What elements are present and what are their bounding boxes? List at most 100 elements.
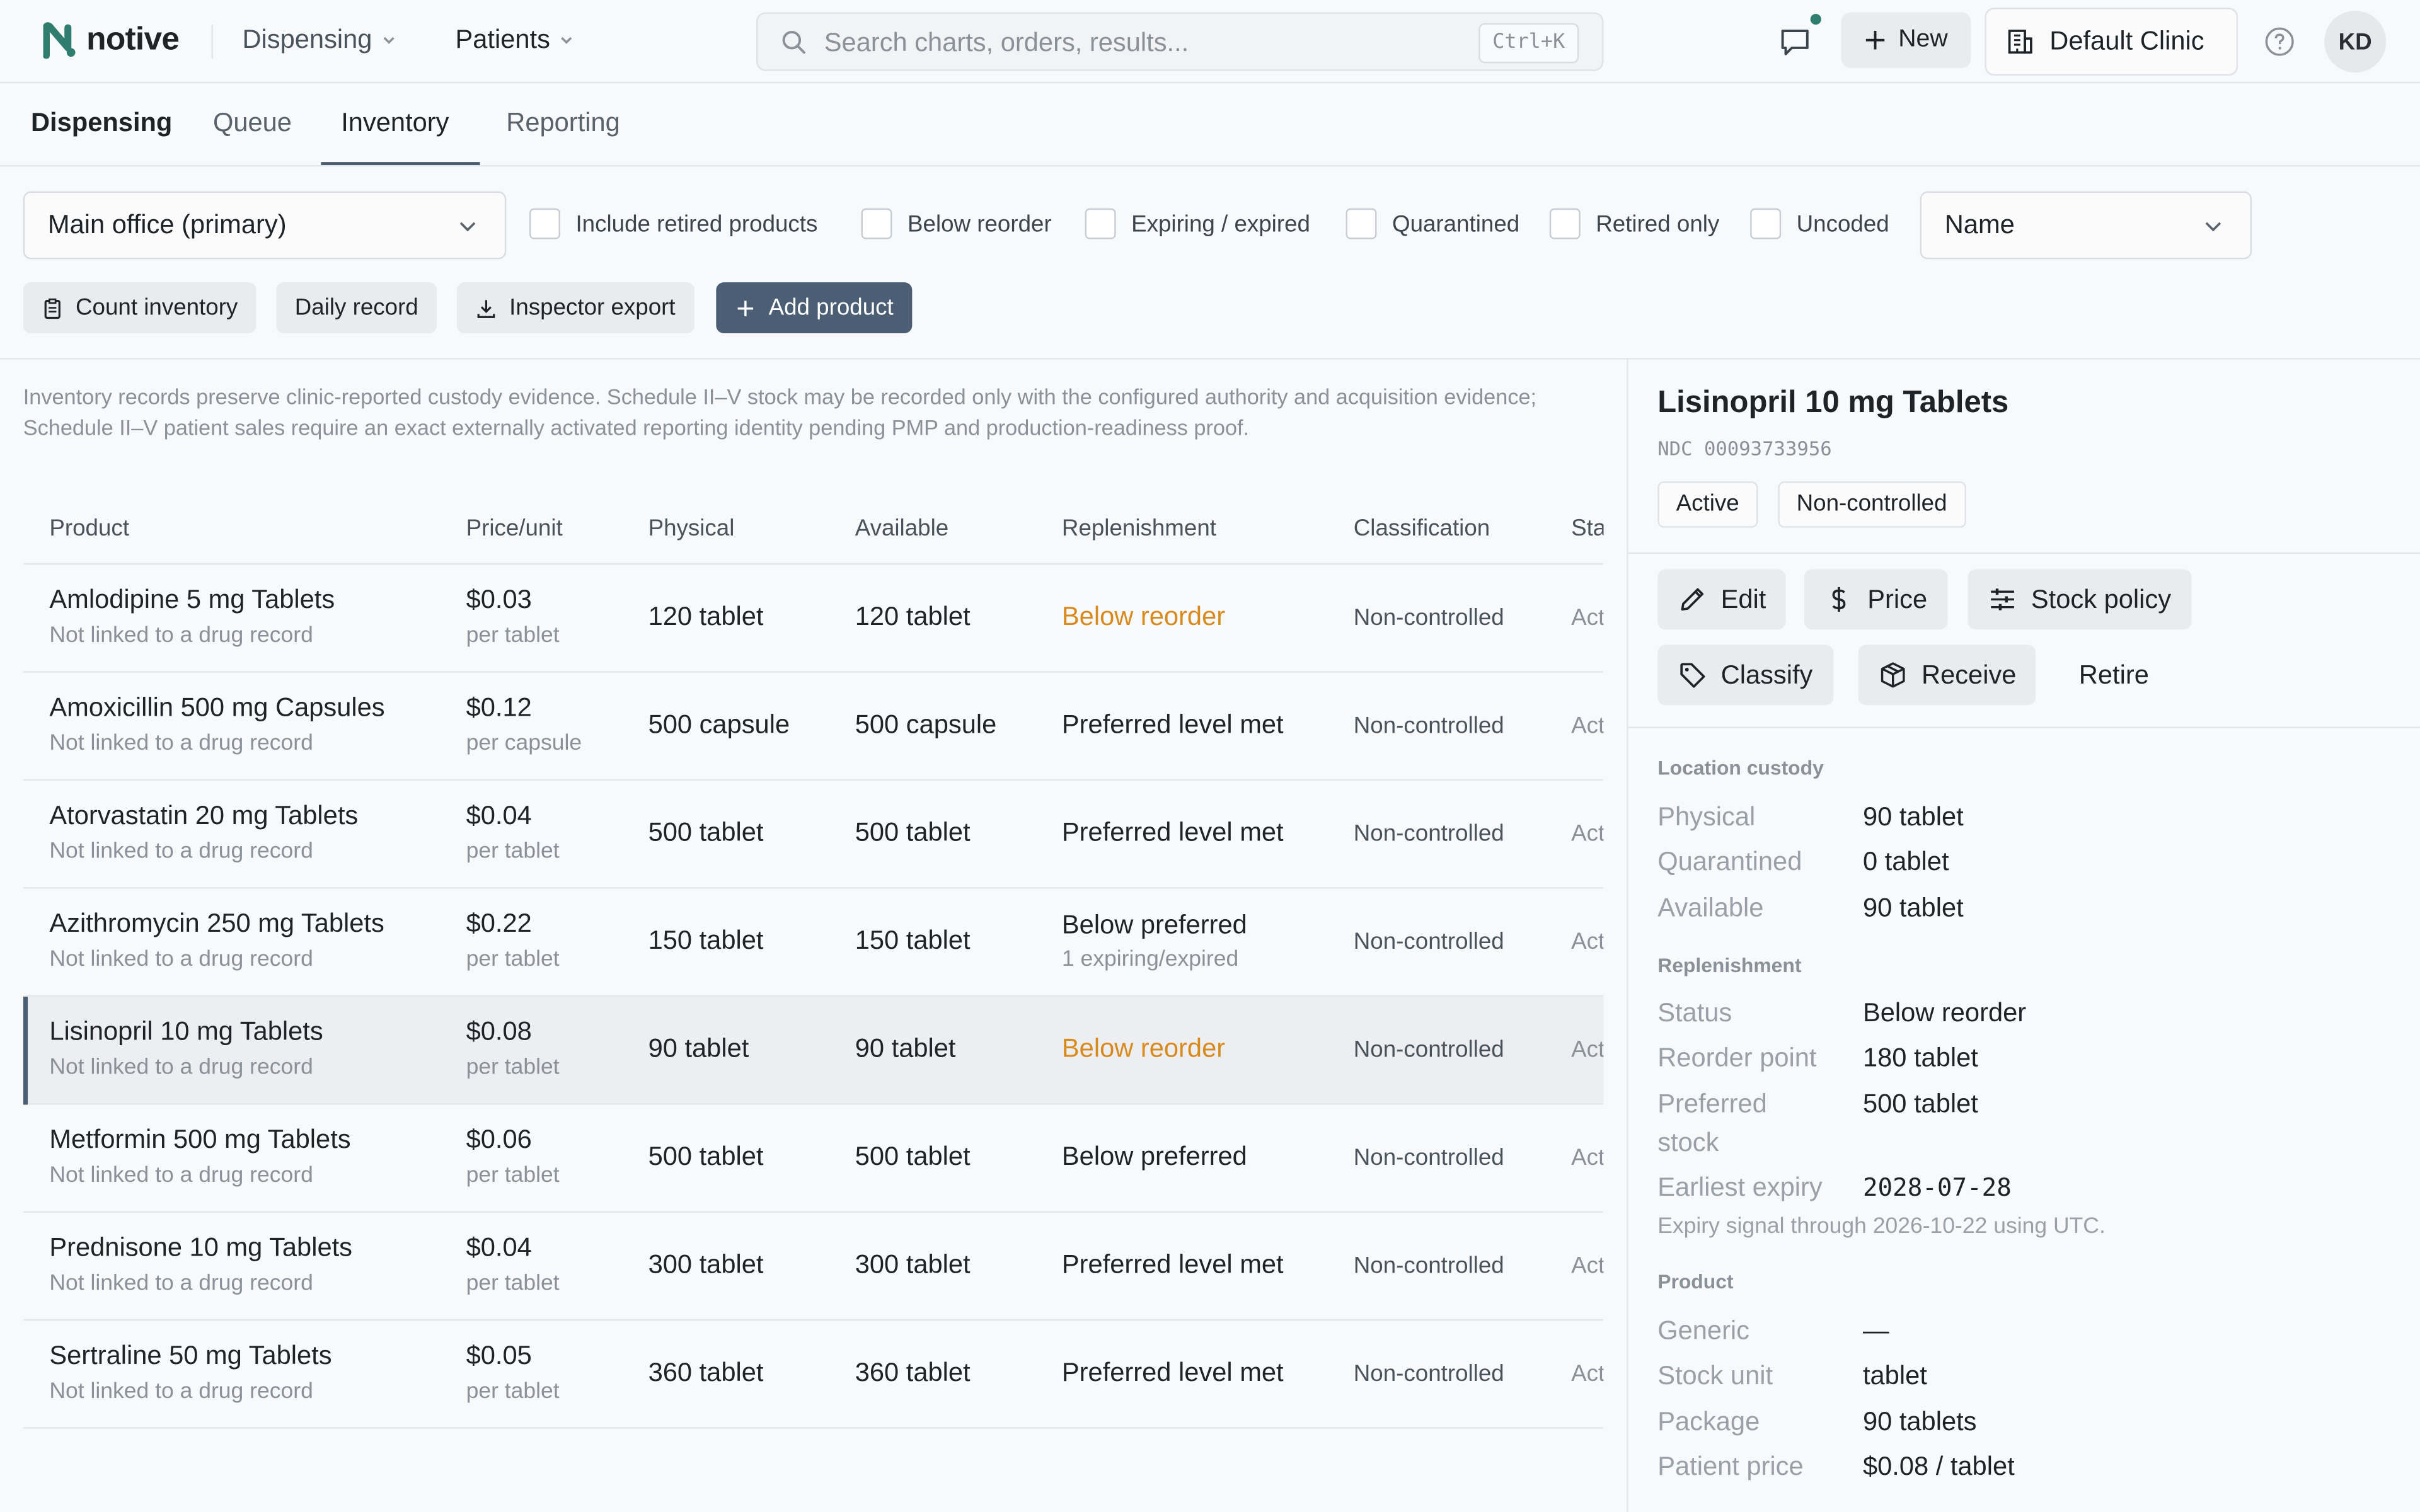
kv-key: Stock unit <box>1657 1361 1773 1390</box>
panel-divider <box>1627 358 1628 1512</box>
checkbox-box[interactable] <box>861 208 892 239</box>
tab-inventory[interactable]: Inventory <box>341 108 449 139</box>
logo[interactable]: notive <box>43 21 180 59</box>
tab-reporting[interactable]: Reporting <box>506 108 620 139</box>
checkbox-box[interactable] <box>1549 208 1581 239</box>
column-header-physical[interactable]: Physical <box>648 515 735 542</box>
price-value: $0.04 <box>466 1232 532 1263</box>
sliders-icon <box>1991 588 2014 610</box>
status-value: Act <box>1571 1361 1604 1387</box>
classify-button[interactable]: Classify <box>1657 644 1833 706</box>
table-row[interactable]: Azithromycin 250 mg Tablets Not linked to… <box>23 889 1604 997</box>
table-row[interactable]: Sertraline 50 mg Tablets Not linked to a … <box>23 1320 1604 1429</box>
physical-qty: 360 tablet <box>648 1358 764 1387</box>
table-row[interactable]: Lisinopril 10 mg Tablets Not linked to a … <box>23 997 1604 1105</box>
edit-button[interactable]: Edit <box>1657 569 1787 630</box>
classification-value: Non-controlled <box>1353 820 1504 847</box>
classification-value: Non-controlled <box>1353 929 1504 955</box>
product-link-status: Not linked to a drug record <box>49 1055 313 1080</box>
help-icon[interactable] <box>2264 26 2295 57</box>
product-link-status: Not linked to a drug record <box>49 947 313 972</box>
column-header-replenishment[interactable]: Replenishment <box>1062 515 1216 542</box>
brand-name: notive <box>86 21 180 57</box>
checkbox-label: Uncoded <box>1796 210 1889 237</box>
replenishment-status: Below reorder <box>1061 1033 1226 1063</box>
chevron-down-icon <box>2205 222 2221 232</box>
kv-value: Below reorder <box>1862 998 2027 1028</box>
divider <box>211 25 213 59</box>
inspector-export-button[interactable]: Inspector export <box>456 282 694 333</box>
quarantined-checkbox[interactable]: Quarantined <box>1345 208 1520 239</box>
price-button[interactable]: Price <box>1804 569 1947 630</box>
active-tab-indicator <box>321 162 480 166</box>
daily-record-label: Daily record <box>294 294 418 321</box>
checkbox-box[interactable] <box>1345 208 1377 239</box>
uncoded-checkbox[interactable]: Uncoded <box>1750 208 1889 239</box>
include-retired-checkbox[interactable]: Include retired products <box>529 208 817 239</box>
chevron-down-icon <box>459 222 476 232</box>
product-name: Sertraline 50 mg Tablets <box>49 1341 332 1370</box>
column-header-price[interactable]: Price/unit <box>466 515 563 542</box>
table-row[interactable]: Amlodipine 5 mg Tablets Not linked to a d… <box>23 564 1604 673</box>
checkbox-label: Below reorder <box>908 210 1052 237</box>
status-value: Act <box>1571 1036 1604 1063</box>
column-header-available[interactable]: Available <box>855 515 948 542</box>
kv-value: 90 tablets <box>1862 1407 1977 1437</box>
logo-mark-icon <box>43 22 76 59</box>
nav-patients-menu[interactable]: Patients <box>455 25 575 55</box>
checkbox-box[interactable] <box>1085 208 1116 239</box>
retire-button[interactable]: Retire <box>2059 645 2169 706</box>
messages-icon[interactable] <box>1778 25 1812 59</box>
count-inventory-button[interactable]: Count inventory <box>23 282 256 333</box>
replenishment-substatus: 1 expiring/expired <box>1061 947 1239 972</box>
kv-value: 2028-07-28 <box>1862 1172 2012 1202</box>
clinic-label: Default Clinic <box>2049 26 2204 56</box>
status-value: Act <box>1571 1252 1604 1280</box>
price-value: $0.12 <box>466 692 532 723</box>
add-product-label: Add product <box>768 294 894 321</box>
new-button[interactable]: New <box>1841 12 1971 68</box>
expiring-checkbox[interactable]: Expiring / expired <box>1085 208 1310 239</box>
location-select[interactable]: Main office (primary) <box>23 191 507 260</box>
price-value: $0.04 <box>466 801 532 830</box>
table-row[interactable]: Atorvastatin 20 mg Tablets Not linked to … <box>23 781 1604 889</box>
price-unit: per tablet <box>466 839 560 864</box>
nav-dispensing-menu[interactable]: Dispensing <box>242 25 396 55</box>
table-row[interactable]: Amoxicillin 500 mg Capsules Not linked to… <box>23 673 1604 781</box>
clinic-switcher-button[interactable]: Default Clinic <box>1985 8 2238 76</box>
table-row[interactable]: Metformin 500 mg Tablets Not linked to a … <box>23 1104 1604 1213</box>
column-header-product[interactable]: Product <box>49 515 129 542</box>
available-qty: 120 tablet <box>855 602 971 631</box>
add-product-button[interactable]: Add product <box>716 282 913 333</box>
checkbox-box[interactable] <box>529 208 560 239</box>
inventory-table: Product Price/unit Physical Available Re… <box>23 497 1604 1429</box>
retire-label: Retire <box>2078 659 2149 689</box>
table-row[interactable]: Prednisone 10 mg Tablets Not linked to a … <box>23 1213 1604 1321</box>
checkbox-label: Quarantined <box>1392 210 1520 237</box>
column-header-status[interactable]: Sta <box>1571 515 1603 542</box>
product-link-status: Not linked to a drug record <box>49 1379 313 1404</box>
classify-label: Classify <box>1720 659 1813 689</box>
price-unit: per tablet <box>466 623 560 648</box>
stock-policy-button[interactable]: Stock policy <box>1968 569 2191 630</box>
section-tabs: Dispensing Queue Inventory Reporting <box>0 83 2420 167</box>
tab-dispensing[interactable]: Dispensing <box>31 108 172 139</box>
checkbox-box[interactable] <box>1750 208 1782 239</box>
receive-button[interactable]: Receive <box>1858 644 2037 706</box>
kv-value: 180 tablet <box>1862 1043 1978 1073</box>
tab-queue[interactable]: Queue <box>213 108 292 139</box>
daily-record-button[interactable]: Daily record <box>276 282 437 333</box>
package-icon <box>1881 662 1905 688</box>
replenishment-status: Preferred level met <box>1061 1358 1284 1387</box>
avatar[interactable]: KD <box>2324 11 2387 73</box>
product-link-status: Not linked to a drug record <box>49 839 313 864</box>
kv-key: Status <box>1657 998 1732 1028</box>
sort-select[interactable]: Name <box>1920 191 2252 260</box>
column-header-classification[interactable]: Classification <box>1354 515 1490 542</box>
physical-qty: 500 tablet <box>648 1142 764 1171</box>
below-reorder-checkbox[interactable]: Below reorder <box>861 208 1052 239</box>
retired-only-checkbox[interactable]: Retired only <box>1549 208 1719 239</box>
status-value: Act <box>1571 1145 1604 1171</box>
kv-value: 90 tablet <box>1862 802 1964 832</box>
search-input[interactable]: Search charts, orders, results... Ctrl+K <box>756 12 1604 71</box>
